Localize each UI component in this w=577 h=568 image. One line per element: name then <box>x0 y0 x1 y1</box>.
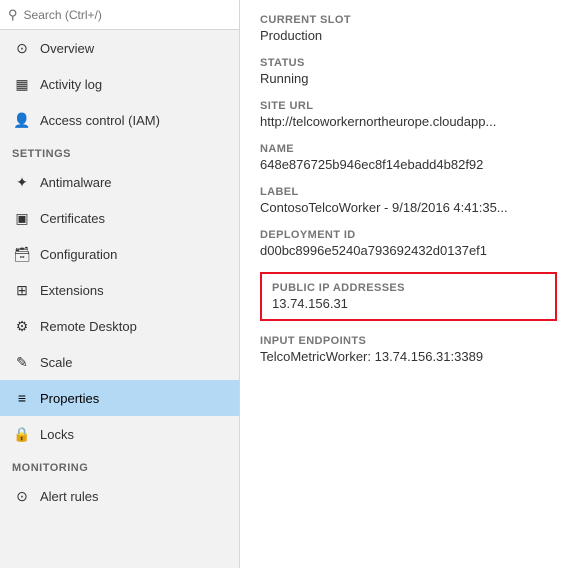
property-public-ip: PUBLIC IP ADDRESSES 13.74.156.31 <box>260 272 557 321</box>
property-label: LABEL ContosoTelcoWorker - 9/18/2016 4:4… <box>260 186 557 215</box>
prop-value-public-ip: 13.74.156.31 <box>272 296 545 311</box>
prop-label-current-slot: CURRENT SLOT <box>260 14 557 26</box>
monitoring-nav: ⊙ Alert rules <box>0 478 239 514</box>
prop-value-deployment-id: d00bc8996e5240a793692432d0137ef1 <box>260 243 557 258</box>
settings-nav: ✦ Antimalware ▣ Certificates 🗃 Configura… <box>0 164 239 452</box>
sidebar-item-scale[interactable]: ✎ Scale <box>0 344 239 380</box>
main-content: CURRENT SLOT Production STATUS Running S… <box>240 0 577 568</box>
property-input-endpoints: INPUT ENDPOINTS TelcoMetricWorker: 13.74… <box>260 335 557 364</box>
properties-list: CURRENT SLOT Production STATUS Running S… <box>260 14 557 364</box>
prop-value-site-url: http://telcoworkernortheurope.cloudapp..… <box>260 114 557 129</box>
sidebar-item-configuration[interactable]: 🗃 Configuration <box>0 236 239 272</box>
scale-icon: ✎ <box>12 352 32 372</box>
prop-label-deployment-id: DEPLOYMENT ID <box>260 229 557 241</box>
property-name: NAME 648e876725b946ec8f14ebadd4b82f92 <box>260 143 557 172</box>
antimalware-icon: ✦ <box>12 172 32 192</box>
sidebar-item-access-control[interactable]: 👤 Access control (IAM) <box>0 102 239 138</box>
sidebar-item-label: Remote Desktop <box>40 319 137 334</box>
sidebar-item-label: Overview <box>40 41 94 56</box>
sidebar-item-label: Extensions <box>40 283 104 298</box>
sidebar-item-label: Certificates <box>40 211 105 226</box>
property-current-slot: CURRENT SLOT Production <box>260 14 557 43</box>
sidebar-item-label: Configuration <box>40 247 117 262</box>
search-input[interactable] <box>24 8 231 22</box>
prop-value-status: Running <box>260 71 557 86</box>
prop-label-status: STATUS <box>260 57 557 69</box>
sidebar-item-locks[interactable]: 🔒 Locks <box>0 416 239 452</box>
extensions-icon: ⊞ <box>12 280 32 300</box>
sidebar-item-label: Antimalware <box>40 175 112 190</box>
properties-icon: ≡ <box>12 388 32 408</box>
search-bar[interactable]: ⚲ <box>0 0 239 30</box>
sidebar-item-extensions[interactable]: ⊞ Extensions <box>0 272 239 308</box>
alert-rules-icon: ⊙ <box>12 486 32 506</box>
sidebar-item-activity-log[interactable]: ▦ Activity log <box>0 66 239 102</box>
prop-value-label: ContosoTelcoWorker - 9/18/2016 4:41:35..… <box>260 200 557 215</box>
sidebar-item-label: Access control (IAM) <box>40 113 160 128</box>
property-status: STATUS Running <box>260 57 557 86</box>
sidebar-item-overview[interactable]: ⊙ Overview <box>0 30 239 66</box>
sidebar-item-remote-desktop[interactable]: ⚙ Remote Desktop <box>0 308 239 344</box>
remote-desktop-icon: ⚙ <box>12 316 32 336</box>
search-icon: ⚲ <box>8 7 18 23</box>
certificates-icon: ▣ <box>12 208 32 228</box>
locks-icon: 🔒 <box>12 424 32 444</box>
top-nav: ⊙ Overview ▦ Activity log 👤 Access contr… <box>0 30 239 138</box>
prop-value-input-endpoints: TelcoMetricWorker: 13.74.156.31:3389 <box>260 349 557 364</box>
sidebar-item-label: Properties <box>40 391 99 406</box>
activity-log-icon: ▦ <box>12 74 32 94</box>
prop-label-site-url: SITE URL <box>260 100 557 112</box>
prop-value-name: 648e876725b946ec8f14ebadd4b82f92 <box>260 157 557 172</box>
prop-label-name: NAME <box>260 143 557 155</box>
configuration-icon: 🗃 <box>12 244 32 264</box>
sidebar-item-label: Activity log <box>40 77 102 92</box>
sidebar-item-properties[interactable]: ≡ Properties <box>0 380 239 416</box>
sidebar-item-label: Locks <box>40 427 74 442</box>
sidebar-item-certificates[interactable]: ▣ Certificates <box>0 200 239 236</box>
access-control-icon: 👤 <box>12 110 32 130</box>
prop-label-label: LABEL <box>260 186 557 198</box>
sidebar-item-label: Scale <box>40 355 73 370</box>
overview-icon: ⊙ <box>12 38 32 58</box>
prop-label-public-ip: PUBLIC IP ADDRESSES <box>272 282 545 294</box>
settings-section-label: SETTINGS <box>0 138 239 164</box>
prop-value-current-slot: Production <box>260 28 557 43</box>
sidebar-item-label: Alert rules <box>40 489 99 504</box>
monitoring-section-label: MONITORING <box>0 452 239 478</box>
sidebar: ⚲ ⊙ Overview ▦ Activity log 👤 Access con… <box>0 0 240 568</box>
property-deployment-id: DEPLOYMENT ID d00bc8996e5240a793692432d0… <box>260 229 557 258</box>
property-site-url: SITE URL http://telcoworkernortheurope.c… <box>260 100 557 129</box>
sidebar-item-antimalware[interactable]: ✦ Antimalware <box>0 164 239 200</box>
sidebar-item-alert-rules[interactable]: ⊙ Alert rules <box>0 478 239 514</box>
prop-label-input-endpoints: INPUT ENDPOINTS <box>260 335 557 347</box>
